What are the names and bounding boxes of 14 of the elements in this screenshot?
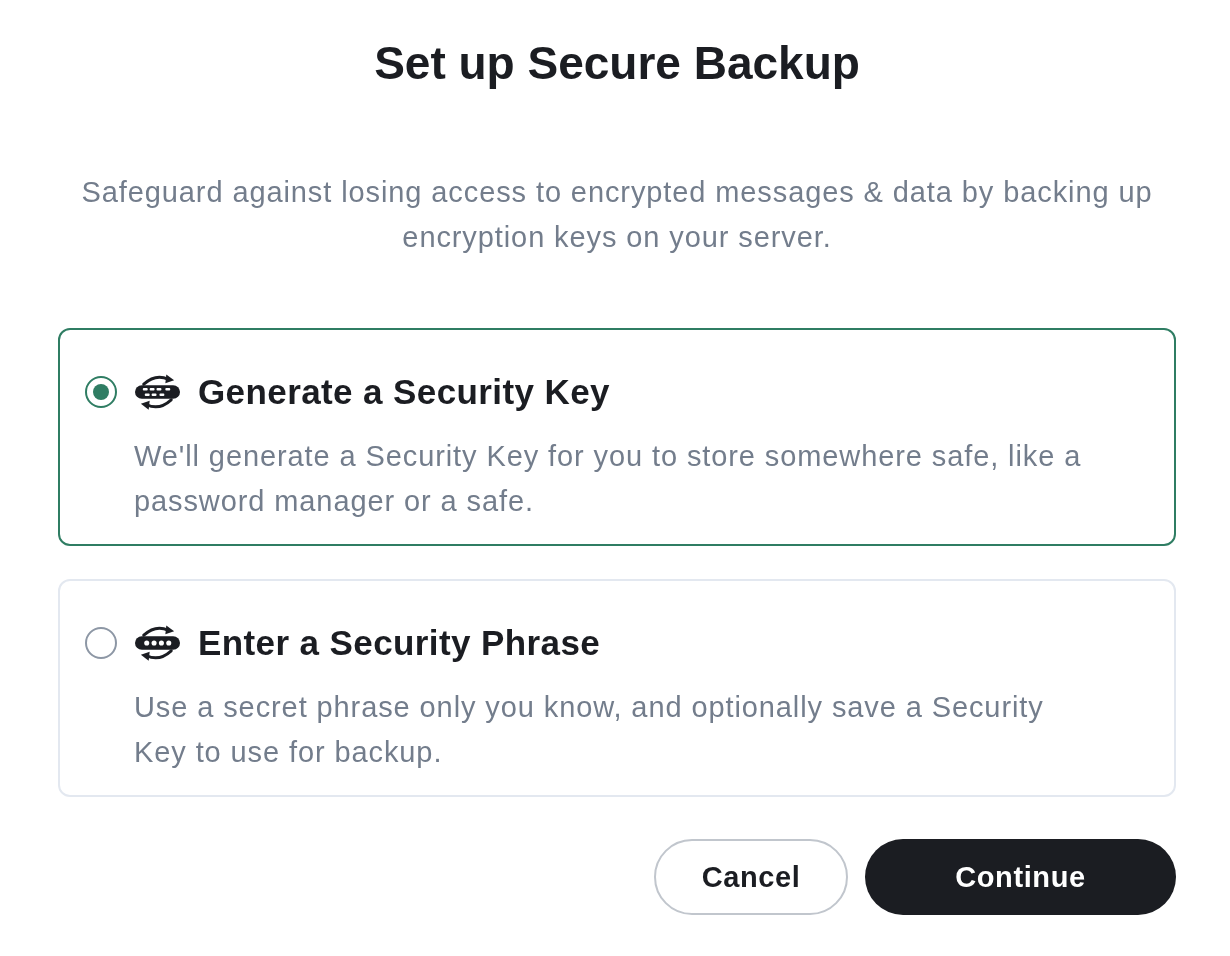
option-title: Generate a Security Key (198, 371, 610, 413)
continue-button[interactable]: Continue (865, 839, 1176, 915)
dialog-description: Safeguard against losing access to encrypted messages & data by backing up encryption keys on your server. (80, 175, 1154, 255)
radio-button[interactable] (85, 627, 117, 659)
option-card[interactable]: Enter a Security Phrase Use a secret phrase only you know, and optionally save a Security Key to use for backup. (58, 579, 1176, 797)
radio-button[interactable] (85, 376, 117, 408)
key-sync-icon (134, 372, 181, 412)
dots-sync-icon (134, 623, 181, 663)
option-card[interactable]: Generate a Security Key We'll generate a Security Key for you to store somewhere safe, like a password manager or a safe. (58, 328, 1176, 546)
option-description: We'll generate a Security Key for you to store somewhere safe, like a password manager or a safe. (134, 439, 1083, 519)
option-title: Enter a Security Phrase (198, 622, 601, 664)
cancel-button[interactable]: Cancel (654, 839, 848, 915)
dialog-title: Set up Secure Backup (373, 36, 861, 91)
option-description: Use a secret phrase only you know, and optionally save a Security Key to use for backup. (134, 690, 1045, 770)
